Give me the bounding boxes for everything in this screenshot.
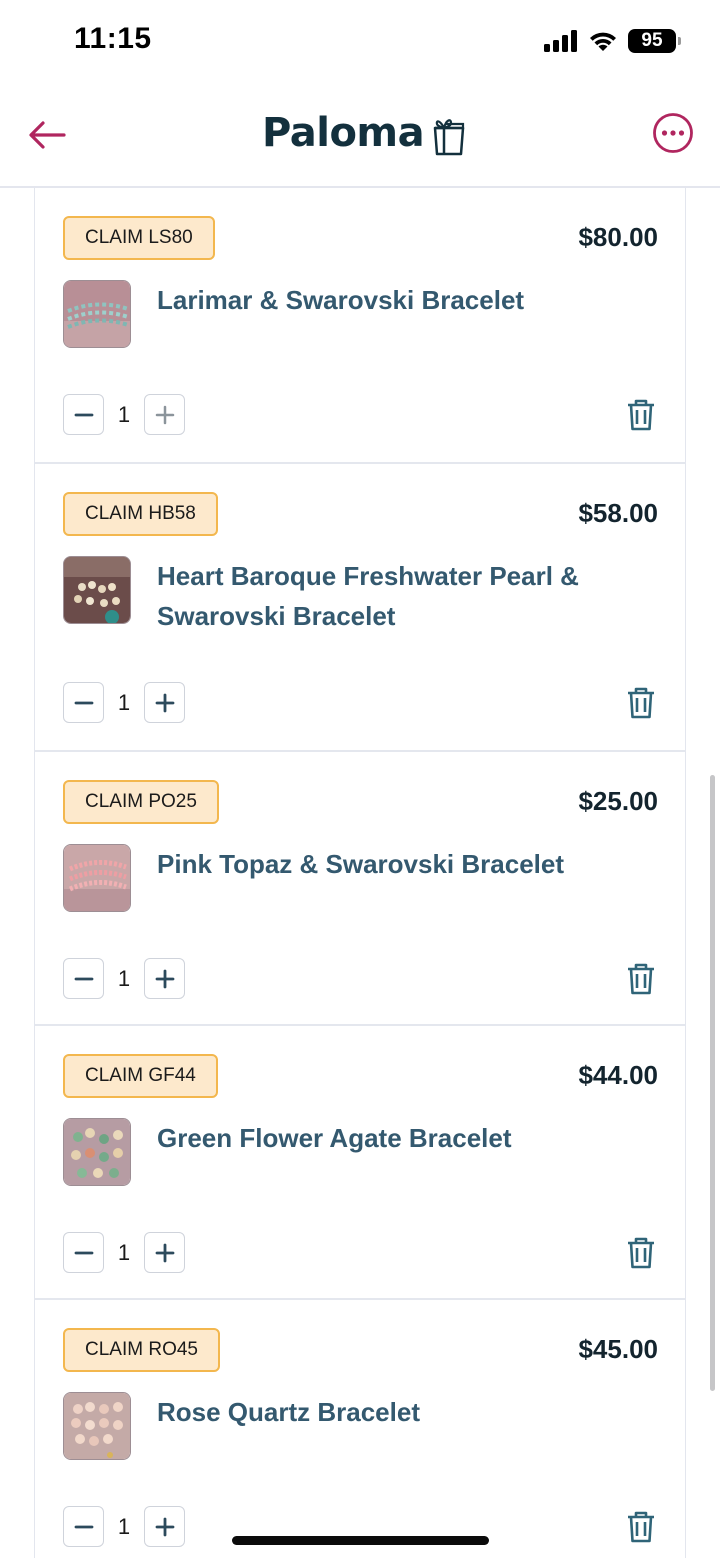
decrease-quantity-button[interactable] bbox=[63, 1232, 104, 1273]
item-price: $80.00 bbox=[578, 222, 658, 252]
minus-icon bbox=[74, 701, 93, 704]
decrease-quantity-button[interactable] bbox=[63, 682, 104, 723]
plus-icon bbox=[155, 693, 174, 712]
cart-item: CLAIM HB58 $58.00 Heart Baroque Freshwat… bbox=[35, 464, 685, 752]
item-price: $44.00 bbox=[578, 1060, 658, 1090]
product-thumbnail[interactable] bbox=[63, 1392, 131, 1460]
cart-item: CLAIM GF44 $44.00 Green Flower Agate Bra… bbox=[35, 1026, 685, 1300]
back-button[interactable] bbox=[22, 110, 72, 160]
claim-code-badge: CLAIM HB58 bbox=[63, 492, 218, 536]
quantity-value: 1 bbox=[117, 401, 131, 427]
item-title[interactable]: Green Flower Agate Bracelet bbox=[157, 1118, 607, 1158]
trash-icon[interactable] bbox=[624, 962, 658, 996]
minus-icon bbox=[74, 413, 93, 416]
product-thumbnail[interactable] bbox=[63, 280, 131, 348]
plus-icon bbox=[155, 969, 174, 988]
trash-icon[interactable] bbox=[624, 1236, 658, 1270]
item-title[interactable]: Rose Quartz Bracelet bbox=[157, 1392, 607, 1432]
status-bar: 11:15 95 bbox=[0, 0, 720, 80]
claim-code-badge: CLAIM RO45 bbox=[63, 1328, 220, 1372]
item-title[interactable]: Larimar & Swarovski Bracelet bbox=[157, 280, 607, 320]
item-price: $45.00 bbox=[578, 1334, 658, 1364]
trash-icon[interactable] bbox=[624, 686, 658, 720]
app-header: Paloma bbox=[0, 80, 720, 188]
quantity-value: 1 bbox=[117, 1239, 131, 1265]
status-time: 11:15 bbox=[74, 22, 152, 55]
product-thumbnail[interactable] bbox=[63, 844, 131, 912]
decrease-quantity-button[interactable] bbox=[63, 1506, 104, 1547]
quantity-stepper: 1 bbox=[63, 958, 185, 999]
plus-icon bbox=[155, 405, 174, 424]
minus-icon bbox=[74, 977, 93, 980]
cart-item: CLAIM LS80 $80.00 Larimar & Swarovski Br… bbox=[35, 188, 685, 464]
trash-icon[interactable] bbox=[624, 398, 658, 432]
decrease-quantity-button[interactable] bbox=[63, 958, 104, 999]
quantity-stepper: 1 bbox=[63, 1506, 185, 1547]
increase-quantity-button[interactable] bbox=[144, 394, 185, 435]
minus-icon bbox=[74, 1251, 93, 1254]
cart-item: CLAIM PO25 $25.00 Pink Topaz & Swarovski… bbox=[35, 752, 685, 1026]
quantity-stepper: 1 bbox=[63, 394, 185, 435]
more-options-button[interactable] bbox=[652, 112, 694, 154]
item-title[interactable]: Pink Topaz & Swarovski Bracelet bbox=[157, 844, 607, 884]
item-price: $58.00 bbox=[578, 498, 658, 528]
more-horizontal-icon bbox=[653, 113, 693, 153]
wifi-icon bbox=[590, 32, 616, 51]
item-title[interactable]: Heart Baroque Freshwater Pearl & Swarovs… bbox=[157, 556, 607, 636]
claim-code-badge: CLAIM PO25 bbox=[63, 780, 219, 824]
gift-icon bbox=[433, 119, 465, 156]
increase-quantity-button[interactable] bbox=[144, 958, 185, 999]
claim-code-badge: CLAIM GF44 bbox=[63, 1054, 218, 1098]
plus-icon bbox=[155, 1517, 174, 1536]
scrollbar[interactable] bbox=[710, 775, 715, 1391]
quantity-value: 1 bbox=[117, 965, 131, 991]
claim-code-badge: CLAIM LS80 bbox=[63, 216, 215, 260]
brand-title: Paloma bbox=[262, 110, 425, 156]
decrease-quantity-button[interactable] bbox=[63, 394, 104, 435]
increase-quantity-button[interactable] bbox=[144, 1506, 185, 1547]
home-indicator[interactable] bbox=[232, 1536, 489, 1545]
arrow-left-icon bbox=[29, 121, 66, 149]
quantity-value: 1 bbox=[117, 1513, 131, 1539]
quantity-stepper: 1 bbox=[63, 682, 185, 723]
product-thumbnail[interactable] bbox=[63, 1118, 131, 1186]
brand-logo: Paloma bbox=[262, 110, 466, 156]
item-price: $25.00 bbox=[578, 786, 658, 816]
quantity-stepper: 1 bbox=[63, 1232, 185, 1273]
increase-quantity-button[interactable] bbox=[144, 1232, 185, 1273]
cart-item: CLAIM RO45 $45.00 Rose Quartz Bracelet 1 bbox=[35, 1300, 685, 1558]
status-icons: 95 bbox=[544, 26, 681, 56]
trash-icon[interactable] bbox=[624, 1510, 658, 1544]
cart-list: CLAIM LS80 $80.00 Larimar & Swarovski Br… bbox=[34, 188, 686, 1558]
quantity-value: 1 bbox=[117, 689, 131, 715]
plus-icon bbox=[155, 1243, 174, 1262]
increase-quantity-button[interactable] bbox=[144, 682, 185, 723]
minus-icon bbox=[74, 1525, 93, 1528]
cellular-signal-icon bbox=[544, 30, 577, 52]
battery-icon: 95 bbox=[628, 29, 681, 53]
product-thumbnail[interactable] bbox=[63, 556, 131, 624]
